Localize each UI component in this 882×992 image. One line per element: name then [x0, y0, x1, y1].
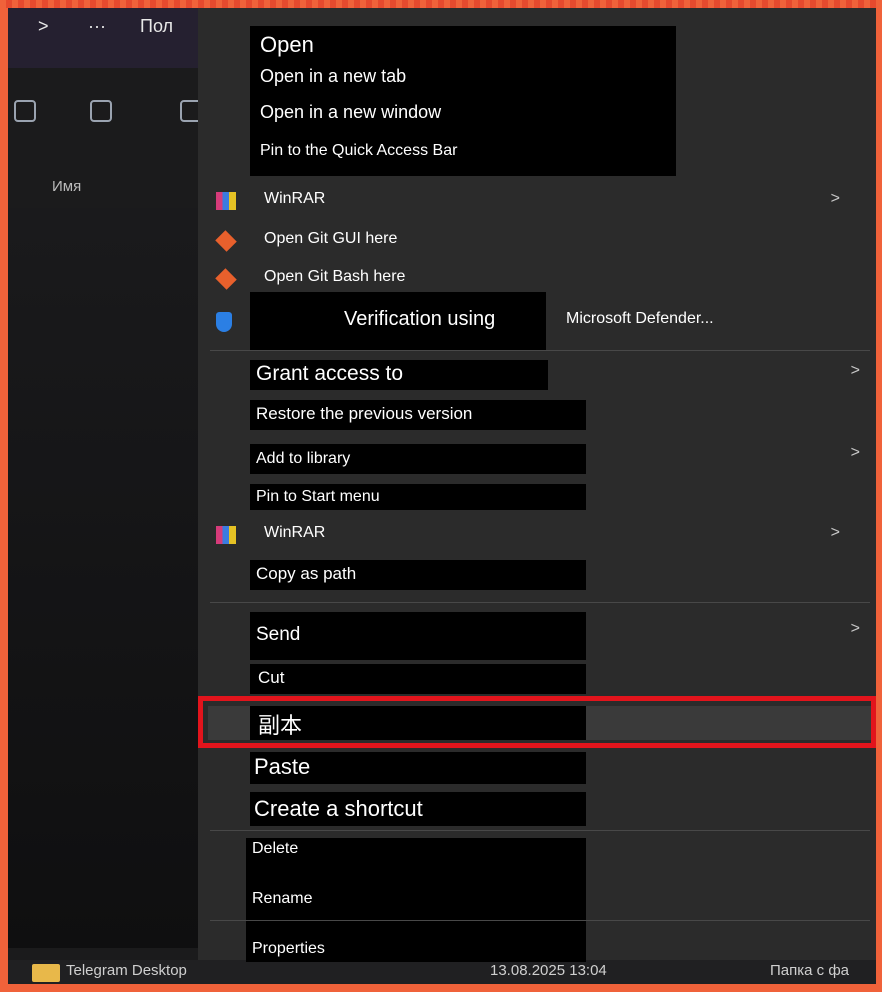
- column-header-name[interactable]: Имя: [52, 178, 81, 195]
- menu-item-rename[interactable]: Rename: [252, 890, 312, 908]
- chevron-right-icon: >: [850, 620, 860, 637]
- git-icon: [215, 268, 237, 290]
- overlay-send: Send: [250, 612, 586, 660]
- overlay-add-library: Add to library: [250, 444, 586, 474]
- menu-item-restore-previous[interactable]: Restore the previous version: [256, 404, 472, 424]
- menu-separator: [210, 602, 870, 603]
- overlay-copy-path: Copy as path: [250, 560, 586, 590]
- overlay-create-shortcut: Create a shortcut: [250, 792, 586, 826]
- menu-separator: [210, 830, 870, 831]
- menu-item-open[interactable]: Open: [260, 32, 314, 58]
- menu-item-label: WinRAR: [264, 190, 326, 207]
- overlay-verification: Verification using: [250, 292, 546, 350]
- menu-item-paste[interactable]: Paste: [254, 754, 310, 780]
- menu-item-copy-path[interactable]: Copy as path: [256, 564, 356, 584]
- overlay-grant-access: Grant access to: [250, 360, 548, 390]
- file-row-telegram[interactable]: Telegram Desktop 13.08.2025 13:04 Папка …: [8, 960, 876, 984]
- file-type: Папка с фа: [770, 962, 849, 979]
- chevron-right-icon: >: [850, 362, 860, 379]
- menu-item-cut[interactable]: Cut: [258, 668, 284, 688]
- chevron-right-icon: >: [850, 444, 860, 461]
- overlay-paste: Paste: [250, 752, 586, 784]
- git-icon: [215, 230, 237, 252]
- menu-item-label: Open Git Bash here: [264, 268, 406, 285]
- winrar-icon: [216, 526, 236, 544]
- folder-icon: [32, 964, 60, 982]
- toolbar-rename-icon[interactable]: [90, 100, 112, 122]
- menu-item-pin-start[interactable]: Pin to Start menu: [256, 488, 380, 506]
- breadcrumb-partial[interactable]: Пол: [140, 16, 173, 37]
- menu-item-send[interactable]: Send: [256, 624, 300, 646]
- overlay-pin-start: Pin to Start menu: [250, 484, 586, 510]
- top-border-pattern: [0, 0, 882, 8]
- overlay-open-group: Open Open in a new tab Open in a new win…: [250, 26, 676, 176]
- file-list-area: [8, 208, 198, 948]
- menu-item-grant-access[interactable]: Grant access to: [256, 362, 403, 386]
- defender-suffix: Microsoft Defender...: [566, 310, 714, 327]
- menu-separator: [210, 350, 870, 351]
- menu-item-create-shortcut[interactable]: Create a shortcut: [254, 796, 423, 822]
- address-bar[interactable]: > ··· Пол: [8, 8, 198, 68]
- winrar-icon: [216, 192, 236, 210]
- overlay-cut: Cut: [250, 664, 586, 694]
- menu-item-open-new-window[interactable]: Open in a new window: [260, 102, 441, 123]
- menu-item-label: WinRAR: [264, 524, 326, 541]
- overlay-restore: Restore the previous version: [250, 400, 586, 430]
- breadcrumb-arrow[interactable]: >: [38, 16, 49, 37]
- screen-frame: > ··· Пол Имя Telegram Desktop 13.08.202…: [8, 8, 876, 984]
- menu-item-open-new-tab[interactable]: Open in a new tab: [260, 66, 406, 87]
- chevron-right-icon: >: [830, 524, 840, 541]
- breadcrumb-more[interactable]: ···: [88, 16, 106, 37]
- shield-icon: [216, 312, 232, 332]
- toolbar-copy-icon[interactable]: [14, 100, 36, 122]
- menu-item-add-library[interactable]: Add to library: [256, 450, 350, 468]
- file-date: 13.08.2025 13:04: [490, 962, 607, 979]
- chevron-right-icon: >: [830, 190, 840, 207]
- file-name: Telegram Desktop: [66, 962, 187, 979]
- highlight-box-copy: [198, 696, 876, 748]
- overlay-delete-group: Delete Rename Properties: [246, 838, 586, 962]
- menu-item-verification[interactable]: Verification using: [344, 308, 495, 331]
- menu-item-pin-quick-access[interactable]: Pin to the Quick Access Bar: [260, 142, 457, 160]
- menu-separator: [210, 920, 870, 921]
- menu-item-label: Open Git GUI here: [264, 230, 398, 247]
- menu-item-delete[interactable]: Delete: [252, 840, 298, 858]
- menu-item-properties[interactable]: Properties: [252, 940, 325, 958]
- file-explorer-background: > ··· Пол Имя: [8, 8, 202, 984]
